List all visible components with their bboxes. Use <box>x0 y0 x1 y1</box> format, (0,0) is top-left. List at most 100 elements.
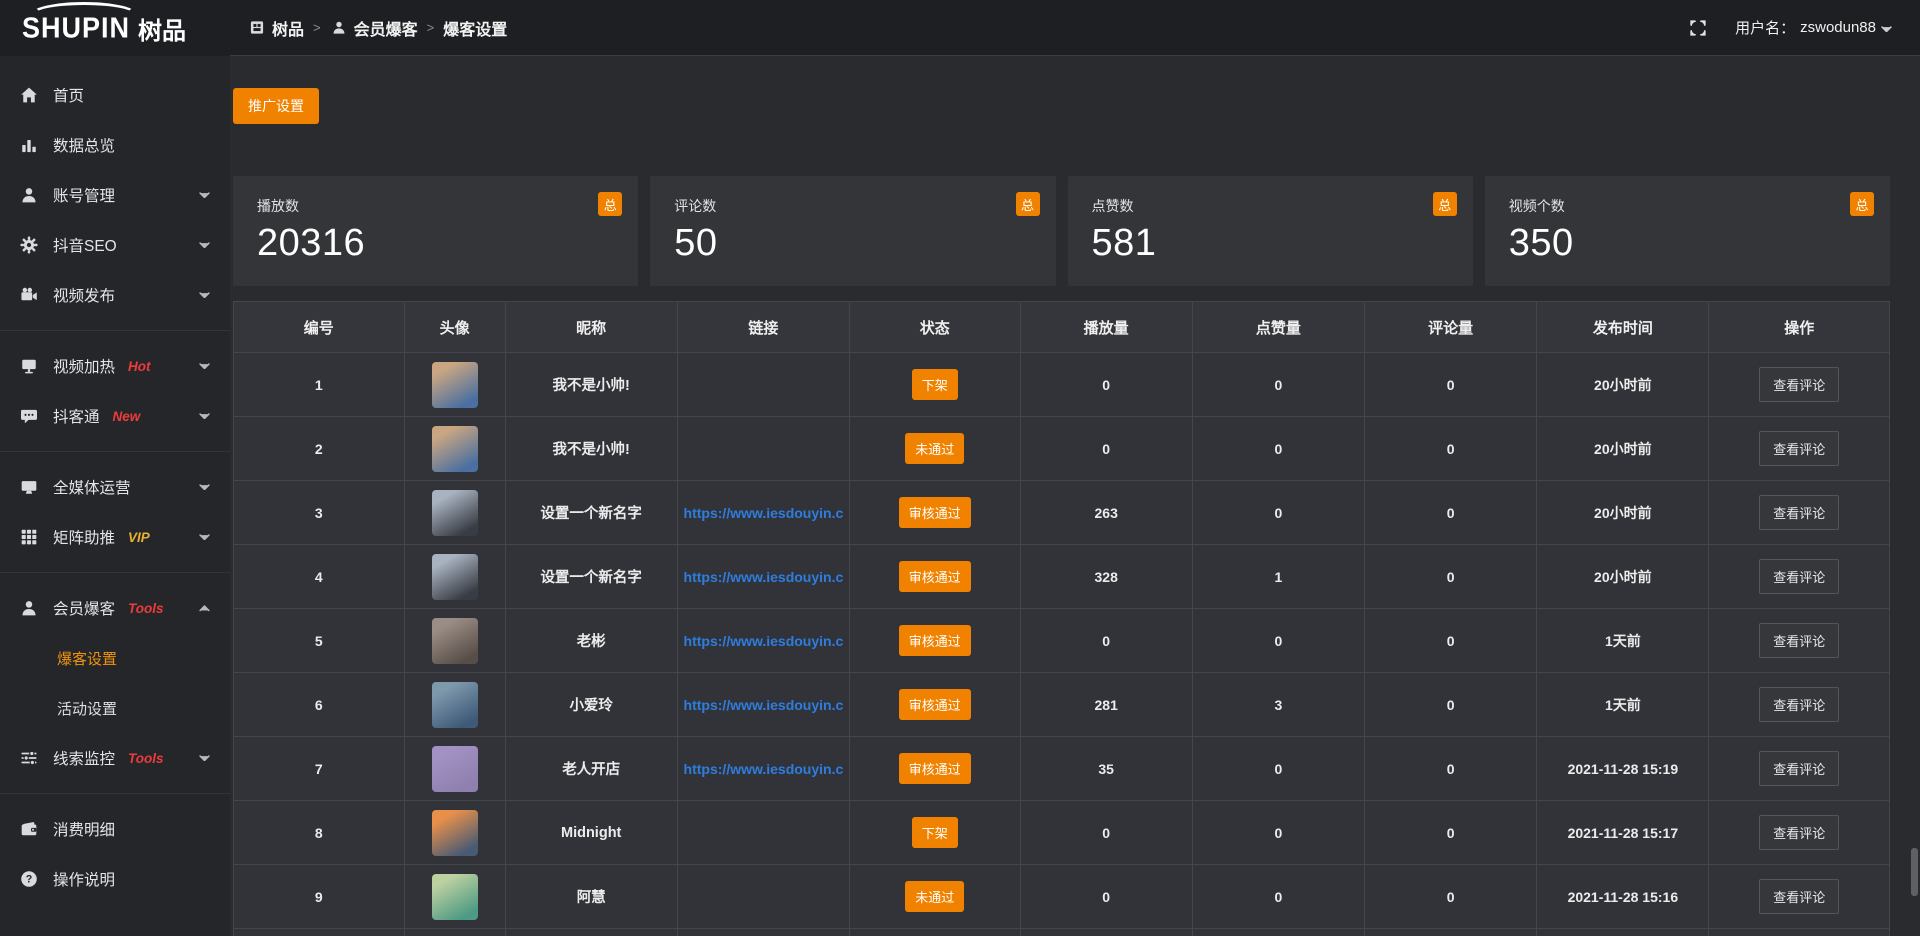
cell-status: 审核通过 <box>850 545 1021 609</box>
sidebar-divider <box>0 793 230 794</box>
profile-link[interactable]: https://www.iesdouyin.c <box>684 697 844 713</box>
profile-link[interactable]: https://www.iesdouyin.c <box>684 761 844 777</box>
cell-publish-time: 2021-11-28 15:16 <box>1537 865 1709 929</box>
sidebar-item-数据总览[interactable]: 数据总览 <box>0 120 230 170</box>
profile-link[interactable]: https://www.iesdouyin.c <box>684 633 844 649</box>
cell-action: 查看评论 <box>1709 673 1890 737</box>
view-comments-button[interactable]: 查看评论 <box>1759 687 1839 722</box>
cell-action: 查看评论 <box>1709 801 1890 865</box>
chevron-down-icon <box>199 363 210 370</box>
stats-row: 播放数20316总评论数50总点赞数581总视频个数350总 <box>233 176 1890 286</box>
cell-empty <box>850 929 1021 936</box>
cell-comments: 0 <box>1365 801 1537 865</box>
sidebar-item-抖音SEO[interactable]: 抖音SEO <box>0 220 230 270</box>
grid-icon <box>20 528 38 546</box>
cell-nickname: 我不是小帅! <box>505 417 677 481</box>
view-comments-button[interactable]: 查看评论 <box>1759 751 1839 786</box>
table-header-row: 编号头像昵称链接状态播放量点赞量评论量发布时间操作 <box>234 302 1890 353</box>
app-logo[interactable]: SHUPIN 树品 <box>0 0 230 56</box>
sidebar-item-首页[interactable]: 首页 <box>0 70 230 120</box>
sidebar-item-矩阵助推[interactable]: 矩阵助推VIP <box>0 512 230 562</box>
nickname-text: 小爱玲 <box>569 698 613 714</box>
sidebar-item-label: 抖音SEO <box>53 234 117 256</box>
chevron-down-icon <box>199 484 210 491</box>
sidebar-divider <box>0 330 230 331</box>
cell-avatar <box>404 481 505 545</box>
sidebar-subitem-活动设置[interactable]: 活动设置 <box>0 683 230 733</box>
cell-nickname: 老人开店 <box>505 737 677 801</box>
cell-likes: 0 <box>1192 353 1364 417</box>
sidebar-item-消费明细[interactable]: 消费明细 <box>0 804 230 854</box>
monitor-icon <box>20 478 38 496</box>
sidebar-item-抖客通[interactable]: 抖客通New <box>0 391 230 441</box>
stat-card-value: 581 <box>1092 222 1449 265</box>
bar-chart-icon <box>20 136 38 154</box>
view-comments-button[interactable]: 查看评论 <box>1759 815 1839 850</box>
status-badge: 审核通过 <box>899 625 971 656</box>
chat-icon <box>20 407 38 425</box>
sidebar-item-视频加热[interactable]: 视频加热Hot <box>0 341 230 391</box>
cell-avatar <box>404 865 505 929</box>
promotion-settings-button[interactable]: 推广设置 <box>233 88 319 124</box>
sidebar-item-会员爆客[interactable]: 会员爆客Tools <box>0 583 230 633</box>
breadcrumb-item-home[interactable]: 树品 <box>248 16 304 40</box>
sidebar-item-全媒体运营[interactable]: 全媒体运营 <box>0 462 230 512</box>
profile-link[interactable]: https://www.iesdouyin.c <box>684 569 844 585</box>
cell-empty <box>1709 929 1890 936</box>
fullscreen-icon[interactable] <box>1689 19 1707 37</box>
profile-link[interactable]: https://www.iesdouyin.c <box>684 505 844 521</box>
view-comments-button[interactable]: 查看评论 <box>1759 495 1839 530</box>
sidebar-item-label: 消费明细 <box>53 818 115 840</box>
topbar-main: 树品 > 会员爆客 > 爆客设置 用户名：zswodun88 <box>230 0 1920 56</box>
table-row: 6小爱玲https://www.iesdouyin.c审核通过281301天前查… <box>234 673 1890 737</box>
sidebar-item-账号管理[interactable]: 账号管理 <box>0 170 230 220</box>
view-comments-button[interactable]: 查看评论 <box>1759 879 1839 914</box>
column-header-状态: 状态 <box>850 302 1021 353</box>
cell-link <box>677 801 849 865</box>
cell-id: 4 <box>234 545 405 609</box>
avatar <box>432 682 478 728</box>
column-header-评论量: 评论量 <box>1365 302 1537 353</box>
avatar <box>432 746 478 792</box>
sidebar-item-操作说明[interactable]: ?操作说明 <box>0 854 230 904</box>
nickname-text: 我不是小帅! <box>553 378 630 394</box>
stat-card-value: 50 <box>674 222 1031 265</box>
cell-plays: 281 <box>1020 673 1192 737</box>
cell-comments: 0 <box>1365 353 1537 417</box>
cell-link: https://www.iesdouyin.c <box>677 545 849 609</box>
user-menu[interactable]: 用户名：zswodun88 <box>1735 17 1892 38</box>
avatar <box>432 362 478 408</box>
nickname-text: 设置一个新名字 <box>540 506 642 522</box>
sidebar-subitem-爆客设置[interactable]: 爆客设置 <box>0 633 230 683</box>
breadcrumb-item-member[interactable]: 会员爆客 <box>330 16 418 40</box>
cell-likes: 0 <box>1192 865 1364 929</box>
view-comments-button[interactable]: 查看评论 <box>1759 559 1839 594</box>
column-header-昵称: 昵称 <box>505 302 677 353</box>
sidebar-subitem-label: 活动设置 <box>57 698 117 719</box>
cell-plays: 0 <box>1020 609 1192 673</box>
cell-status: 审核通过 <box>850 737 1021 801</box>
scrollbar-thumb[interactable] <box>1911 848 1918 896</box>
view-comments-button[interactable]: 查看评论 <box>1759 623 1839 658</box>
cell-likes: 0 <box>1192 737 1364 801</box>
sidebar-item-badge: VIP <box>128 530 150 545</box>
sidebar-item-label: 数据总览 <box>53 134 115 156</box>
cell-likes: 1 <box>1192 545 1364 609</box>
sidebar-item-线索监控[interactable]: 线索监控Tools <box>0 733 230 783</box>
sidebar-nav: 首页数据总览账号管理抖音SEO 视频发布视频加热Hot抖客通New 全媒体运营矩阵助… <box>0 56 230 936</box>
table-row: 2我不是小帅!未通过00020小时前查看评论 <box>234 417 1890 481</box>
stat-card-评论数: 评论数50总 <box>650 176 1055 286</box>
table-row-partial <box>234 929 1890 936</box>
cell-link: https://www.iesdouyin.c <box>677 609 849 673</box>
sidebar-divider <box>0 451 230 452</box>
view-comments-button[interactable]: 查看评论 <box>1759 367 1839 402</box>
cell-plays: 0 <box>1020 865 1192 929</box>
cell-comments: 0 <box>1365 865 1537 929</box>
person-icon <box>330 20 348 35</box>
cell-nickname: 设置一个新名字 <box>505 545 677 609</box>
cell-nickname: 小爱玲 <box>505 673 677 737</box>
total-badge: 总 <box>1850 192 1874 216</box>
view-comments-button[interactable]: 查看评论 <box>1759 431 1839 466</box>
sidebar-item-视频发布[interactable]: 视频发布 <box>0 270 230 320</box>
table-row: 4设置一个新名字https://www.iesdouyin.c审核通过32810… <box>234 545 1890 609</box>
